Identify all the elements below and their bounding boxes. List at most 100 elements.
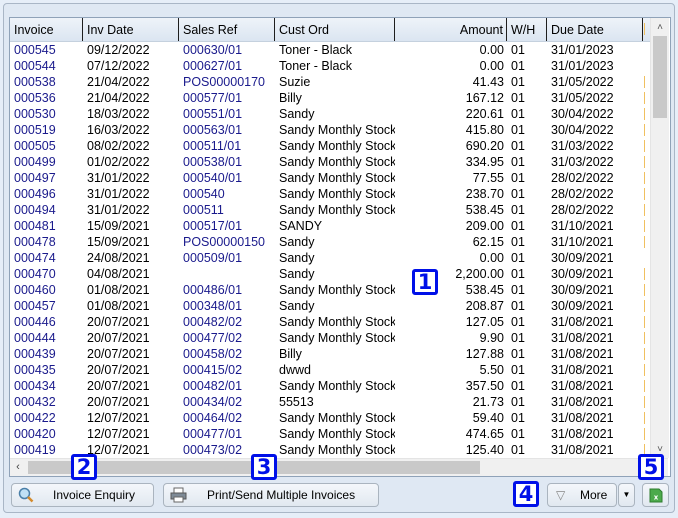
table-row[interactable]: 000544 07/12/2022 000627/01 Toner - Black 0.… bbox=[10, 58, 650, 74]
row-sales-ref[interactable]: 000538/01 bbox=[179, 154, 275, 170]
row-inv-date: 01/02/2022 bbox=[87, 155, 150, 169]
col-header-clipped[interactable] bbox=[643, 18, 650, 41]
row-sales-ref[interactable]: 000540/01 bbox=[179, 170, 275, 186]
row-invoice[interactable]: 000435 bbox=[10, 362, 83, 378]
table-row[interactable]: 000545 09/12/2022 000630/01 Toner - Black 0.… bbox=[10, 42, 650, 58]
row-invoice[interactable]: 000470 bbox=[10, 266, 83, 282]
print-send-multiple-invoices-button[interactable]: Print/Send Multiple Invoices bbox=[163, 483, 379, 507]
row-invoice[interactable]: 000432 bbox=[10, 394, 83, 410]
row-sales-ref[interactable]: 000482/01 bbox=[179, 378, 275, 394]
row-invoice[interactable]: 000460 bbox=[10, 282, 83, 298]
row-sales-ref[interactable]: 000511 bbox=[179, 202, 275, 218]
row-invoice[interactable]: 000446 bbox=[10, 314, 83, 330]
row-invoice[interactable]: 000420 bbox=[10, 426, 83, 442]
row-sales-ref[interactable]: 000563/01 bbox=[179, 122, 275, 138]
table-row[interactable]: 000444 20/07/2021 000477/02 Sandy Monthly S… bbox=[10, 330, 650, 346]
row-invoice[interactable]: 000444 bbox=[10, 330, 83, 346]
row-sales-ref[interactable]: 000477/02 bbox=[179, 330, 275, 346]
row-sales-ref[interactable]: 000458/02 bbox=[179, 346, 275, 362]
table-row[interactable]: 000536 21/04/2022 000577/01 Billy 167.12 01 31… bbox=[10, 90, 650, 106]
table-row[interactable]: 000519 16/03/2022 000563/01 Sandy Monthly S… bbox=[10, 122, 650, 138]
row-invoice[interactable]: 000439 bbox=[10, 346, 83, 362]
table-row[interactable]: 000497 31/01/2022 000540/01 Sandy Monthly S… bbox=[10, 170, 650, 186]
table-row[interactable]: 000434 20/07/2021 000482/01 Sandy Monthly S… bbox=[10, 378, 650, 394]
table-row[interactable]: 000446 20/07/2021 000482/02 Sandy Monthly S… bbox=[10, 314, 650, 330]
table-row[interactable]: 000481 15/09/2021 000517/01 SANDY 209.00 01 31… bbox=[10, 218, 650, 234]
table-row[interactable]: 000496 31/01/2022 000540 Sandy Monthly Stoc… bbox=[10, 186, 650, 202]
row-sales-ref[interactable]: POS00000150 bbox=[179, 234, 275, 250]
row-sales-ref[interactable]: 000551/01 bbox=[179, 106, 275, 122]
table-row[interactable]: 000422 12/07/2021 000464/02 Sandy Monthly S… bbox=[10, 410, 650, 426]
row-sales-ref[interactable]: 000464/02 bbox=[179, 410, 275, 426]
scroll-left-icon[interactable]: ‹ bbox=[10, 459, 26, 476]
table-row[interactable]: 000439 20/07/2021 000458/02 Billy 127.88 01 31… bbox=[10, 346, 650, 362]
row-invoice[interactable]: 000536 bbox=[10, 90, 83, 106]
more-dropdown-button[interactable]: ▼ bbox=[618, 483, 635, 507]
row-cust-ord: dwwd bbox=[279, 363, 311, 377]
table-row[interactable]: 000470 04/08/2021 Sandy 2,200.00 01 30/09/202… bbox=[10, 266, 650, 282]
row-sales-ref[interactable]: 000627/01 bbox=[179, 58, 275, 74]
invoice-enquiry-button[interactable]: Invoice Enquiry bbox=[11, 483, 154, 507]
row-sales-ref[interactable]: 000482/02 bbox=[179, 314, 275, 330]
row-invoice[interactable]: 000478 bbox=[10, 234, 83, 250]
row-sales-ref[interactable]: 000477/01 bbox=[179, 426, 275, 442]
row-invoice[interactable]: 000496 bbox=[10, 186, 83, 202]
row-sales-ref[interactable]: 000486/01 bbox=[179, 282, 275, 298]
row-invoice[interactable]: 000434 bbox=[10, 378, 83, 394]
row-sales-ref[interactable]: 000540 bbox=[179, 186, 275, 202]
col-header-sales-ref[interactable]: Sales Ref bbox=[179, 18, 275, 41]
row-invoice[interactable]: 000519 bbox=[10, 122, 83, 138]
row-amount: 690.20 bbox=[465, 139, 504, 153]
row-invoice[interactable]: 000457 bbox=[10, 298, 83, 314]
row-invoice[interactable]: 000544 bbox=[10, 58, 83, 74]
vertical-scrollbar[interactable]: ˄ ˅ bbox=[650, 18, 669, 458]
row-sales-ref[interactable]: 000630/01 bbox=[179, 42, 275, 58]
col-header-inv-date[interactable]: Inv Date bbox=[83, 18, 179, 41]
row-sales-ref[interactable]: 000415/02 bbox=[179, 362, 275, 378]
col-header-cust-ord[interactable]: Cust Ord bbox=[275, 18, 395, 41]
row-invoice[interactable]: 000545 bbox=[10, 42, 83, 58]
col-header-due-date[interactable]: Due Date bbox=[547, 18, 643, 41]
row-sales-ref[interactable]: POS00000170 bbox=[179, 74, 275, 90]
row-amount: 167.12 bbox=[465, 91, 504, 105]
scroll-up-icon[interactable]: ˄ bbox=[651, 20, 669, 36]
row-due-date: 30/04/2022 bbox=[551, 123, 614, 137]
col-header-amount[interactable]: Amount bbox=[395, 18, 507, 41]
table-row[interactable]: 000419 12/07/2021 000473/02 Sandy Monthly S… bbox=[10, 442, 650, 458]
row-sales-ref[interactable]: 000509/01 bbox=[179, 250, 275, 266]
table-row[interactable]: 000420 12/07/2021 000477/01 Sandy Monthly S… bbox=[10, 426, 650, 442]
more-button[interactable]: ▽ More bbox=[547, 483, 617, 507]
row-sales-ref[interactable]: 000434/02 bbox=[179, 394, 275, 410]
table-row[interactable]: 000478 15/09/2021 POS00000150 Sandy 62.15 01 3… bbox=[10, 234, 650, 250]
table-row[interactable]: 000494 31/01/2022 000511 Sandy Monthly Stoc… bbox=[10, 202, 650, 218]
horizontal-scrollbar[interactable]: ‹ bbox=[10, 458, 668, 476]
row-sales-ref[interactable]: 000511/01 bbox=[179, 138, 275, 154]
table-row[interactable]: 000530 18/03/2022 000551/01 Sandy 220.61 01 30… bbox=[10, 106, 650, 122]
row-sales-ref[interactable]: 000348/01 bbox=[179, 298, 275, 314]
col-header-invoice[interactable]: Invoice bbox=[10, 18, 83, 41]
table-row[interactable]: 000505 08/02/2022 000511/01 Sandy Monthly S… bbox=[10, 138, 650, 154]
row-invoice[interactable]: 000494 bbox=[10, 202, 83, 218]
row-invoice[interactable]: 000497 bbox=[10, 170, 83, 186]
row-invoice[interactable]: 000474 bbox=[10, 250, 83, 266]
table-row[interactable]: 000435 20/07/2021 000415/02 dwwd 5.50 01 31/08… bbox=[10, 362, 650, 378]
row-sales-ref[interactable] bbox=[179, 266, 275, 282]
table-row[interactable]: 000474 24/08/2021 000509/01 Sandy 0.00 01 30/0… bbox=[10, 250, 650, 266]
row-invoice[interactable]: 000530 bbox=[10, 106, 83, 122]
row-invoice[interactable]: 000422 bbox=[10, 410, 83, 426]
row-invoice[interactable]: 000538 bbox=[10, 74, 83, 90]
table-row[interactable]: 000538 21/04/2022 POS00000170 Suzie 41.43 01 3… bbox=[10, 74, 650, 90]
row-invoice[interactable]: 000499 bbox=[10, 154, 83, 170]
table-row[interactable]: 000432 20/07/2021 000434/02 55513 21.73 01 31/… bbox=[10, 394, 650, 410]
row-invoice[interactable]: 000481 bbox=[10, 218, 83, 234]
table-row[interactable]: 000457 01/08/2021 000348/01 Sandy 208.87 01 30… bbox=[10, 298, 650, 314]
export-excel-button[interactable]: x bbox=[642, 483, 669, 507]
row-invoice[interactable]: 000505 bbox=[10, 138, 83, 154]
table-row[interactable]: 000460 01/08/2021 000486/01 Sandy Monthly S… bbox=[10, 282, 650, 298]
table-row[interactable]: 000499 01/02/2022 000538/01 Sandy Monthly S… bbox=[10, 154, 650, 170]
col-header-wh[interactable]: W/H bbox=[507, 18, 547, 41]
row-inv-date: 31/01/2022 bbox=[87, 203, 150, 217]
row-sales-ref[interactable]: 000517/01 bbox=[179, 218, 275, 234]
row-sales-ref[interactable]: 000577/01 bbox=[179, 90, 275, 106]
vertical-scroll-thumb[interactable] bbox=[653, 36, 667, 118]
